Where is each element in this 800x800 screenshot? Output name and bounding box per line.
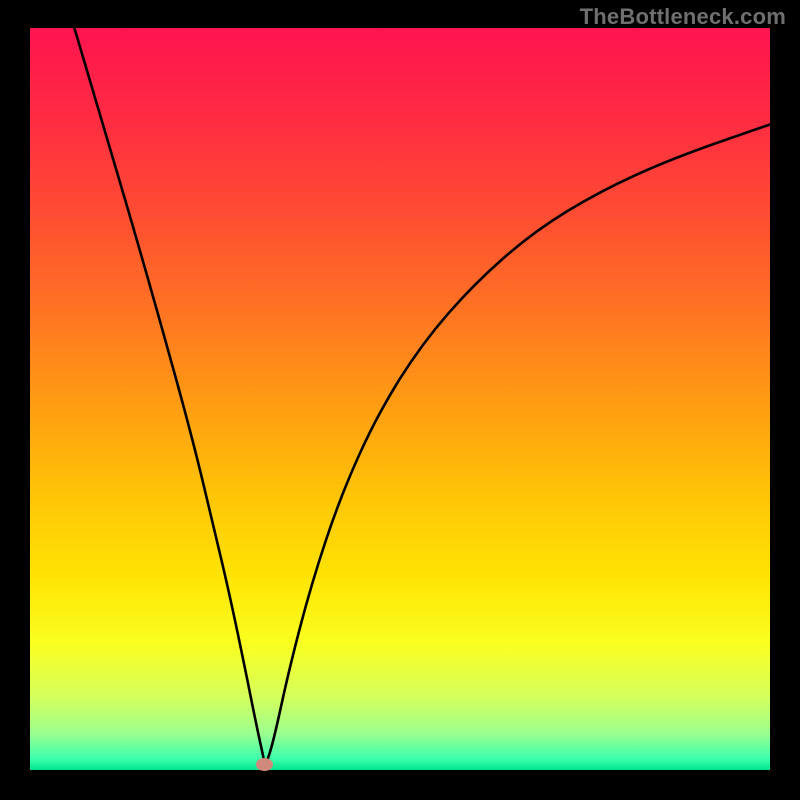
bottleneck-curve	[30, 28, 770, 770]
watermark-text: TheBottleneck.com	[580, 4, 786, 30]
chart-frame: TheBottleneck.com	[0, 0, 800, 800]
plot-area	[30, 28, 770, 770]
